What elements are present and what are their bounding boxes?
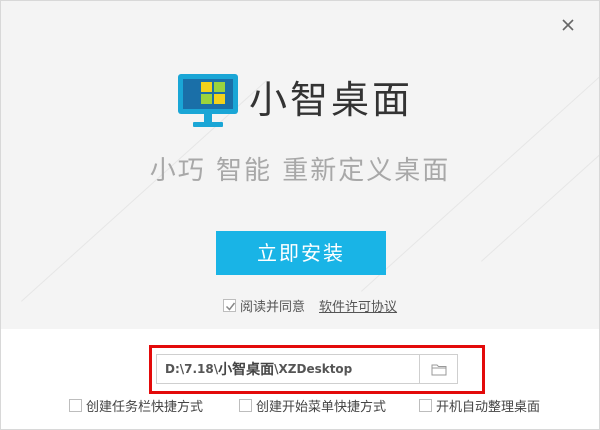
- agreement-text: 阅读并同意: [240, 299, 306, 315]
- close-button[interactable]: [557, 14, 579, 36]
- start-menu-shortcut-checkbox[interactable]: [239, 398, 252, 412]
- agreement-checkbox[interactable]: [223, 298, 236, 312]
- path-suffix: \XZDesktop: [274, 362, 353, 376]
- option-label: 开机自动整理桌面: [436, 399, 541, 415]
- auto-organize-checkbox[interactable]: [419, 398, 432, 412]
- agreement-row: 阅读并同意 软件许可协议: [223, 296, 397, 315]
- option-label: 创建开始菜单快捷方式: [256, 399, 387, 415]
- option-auto-organize[interactable]: 开机自动整理桌面: [419, 397, 541, 415]
- license-agreement-link[interactable]: 软件许可协议: [319, 296, 397, 315]
- option-taskbar-shortcut[interactable]: 创建任务栏快捷方式: [69, 397, 204, 415]
- decorative-line: [481, 127, 599, 262]
- path-highlight-text: 小智桌面: [218, 362, 275, 378]
- install-path-input[interactable]: D:\7.18\ 小智桌面 \XZDesktop: [157, 355, 419, 383]
- checkmark-icon: [225, 302, 236, 311]
- install-now-button[interactable]: 立即安装: [216, 231, 386, 275]
- option-start-menu-shortcut[interactable]: 创建开始菜单快捷方式: [239, 397, 387, 415]
- installer-window: 小智桌面 小巧 智能 重新定义桌面 立即安装 阅读并同意 软件许可协议 D:\7…: [0, 0, 600, 430]
- slogan: 小巧 智能 重新定义桌面: [149, 156, 451, 186]
- install-path-field: D:\7.18\ 小智桌面 \XZDesktop: [156, 354, 458, 384]
- option-label: 创建任务栏快捷方式: [86, 399, 204, 415]
- brand-name: 小智桌面: [249, 78, 414, 122]
- taskbar-shortcut-checkbox[interactable]: [69, 398, 82, 412]
- close-icon: [562, 19, 574, 31]
- folder-icon: [431, 364, 446, 375]
- monitor-logo-icon: [177, 73, 239, 129]
- path-prefix: D:\7.18\: [165, 362, 219, 376]
- browse-folder-button[interactable]: [419, 355, 457, 383]
- hero-panel: 小智桌面 小巧 智能 重新定义桌面 立即安装 阅读并同意 软件许可协议: [1, 1, 599, 329]
